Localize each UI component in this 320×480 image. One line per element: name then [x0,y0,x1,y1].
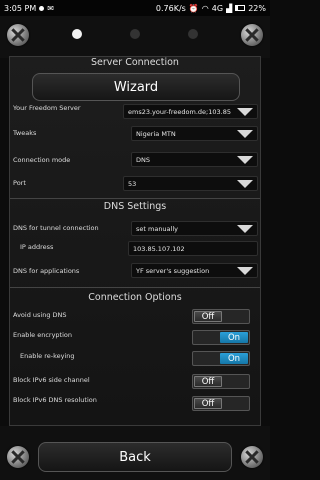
toggle-state: Off [194,398,222,409]
dns-tunnel-value: set manually [136,224,178,233]
screw-icon [241,446,263,468]
encryption-toggle[interactable]: On [192,330,250,345]
wizard-button[interactable]: Wizard [32,73,240,101]
chevron-down-icon [237,266,253,275]
dns-apps-value: YF server's suggestion [136,266,210,275]
battery-icon [235,5,246,11]
dns-tunnel-label: DNS for tunnel connection [13,224,99,232]
footer: Back [0,426,270,480]
ipv6-side-channel-toggle[interactable]: Off [192,374,250,389]
connection-mode-label: Connection mode [13,156,71,164]
tweaks-label: Tweaks [13,129,37,137]
chevron-down-icon [237,129,253,138]
connection-mode-value: DNS [136,155,150,164]
ip-address-input[interactable]: 103.85.107.102 [128,241,258,256]
dns-apps-label: DNS for applications [13,267,80,275]
toggle-state: Off [194,311,222,322]
avoid-dns-label: Avoid using DNS [13,311,67,319]
dns-apps-select[interactable]: YF server's suggestion [131,263,258,278]
port-value: 53 [128,179,137,188]
port-select[interactable]: 53 [123,176,258,191]
network-speed: 0.76K/s [155,3,186,13]
server-select[interactable]: ems23.your-freedom.de;103.85 [123,104,258,119]
section-title-connection-options: Connection Options [10,287,260,303]
notification-icon [39,5,45,11]
ip-address-label: IP address [20,243,54,251]
rekeying-toggle[interactable]: On [192,351,250,366]
chevron-down-icon [237,179,253,188]
battery-percent: 22% [248,3,266,13]
connection-mode-select[interactable]: DNS [131,152,258,167]
signal-icon: ▟ [226,3,233,13]
server-label: Your Freedom Server [13,104,81,112]
ipv6-dns-toggle[interactable]: Off [192,396,250,411]
toggle-state: On [220,353,248,364]
chevron-down-icon [237,224,253,233]
toggle-state: Off [194,376,222,387]
tweaks-select[interactable]: Nigeria MTN [131,126,258,141]
screw-icon [7,446,29,468]
tweaks-value: Nigeria MTN [136,129,176,138]
toggle-state: On [220,332,248,343]
encryption-label: Enable encryption [13,331,72,339]
server-value: ems23.your-freedom.de;103.85 [128,107,231,116]
status-bar: 3:05 PM ✉ 0.76K/s ⏰ ◠ 4G ▟ 22% [0,0,270,16]
section-title-server-connection: Server Connection [91,57,179,68]
wifi-icon: ◠ [201,3,209,13]
page-dot-active[interactable] [72,29,82,39]
chevron-down-icon [237,155,253,164]
status-time: 3:05 PM [4,3,37,13]
back-button[interactable]: Back [38,442,232,472]
page-dot[interactable] [130,29,140,39]
section-title-dns-settings: DNS Settings [10,198,260,212]
alarm-icon: ⏰ [188,3,199,13]
ipv6-dns-label: Block IPv6 DNS resolution [13,396,97,404]
notification-icon: ✉ [47,3,54,13]
rekeying-label: Enable re-keying [20,352,75,360]
ipv6-side-channel-label: Block IPv6 side channel [13,376,90,384]
page-dot[interactable] [188,29,198,39]
page-indicator [0,29,270,39]
screw-icon [241,24,263,46]
port-label: Port [13,179,26,187]
dns-tunnel-select[interactable]: set manually [131,221,258,236]
settings-panel: Server Connection Wizard Your Freedom Se… [9,56,261,426]
header [0,16,270,58]
chevron-down-icon [237,107,253,116]
avoid-dns-toggle[interactable]: Off [192,309,250,324]
network-type: 4G [211,3,224,13]
